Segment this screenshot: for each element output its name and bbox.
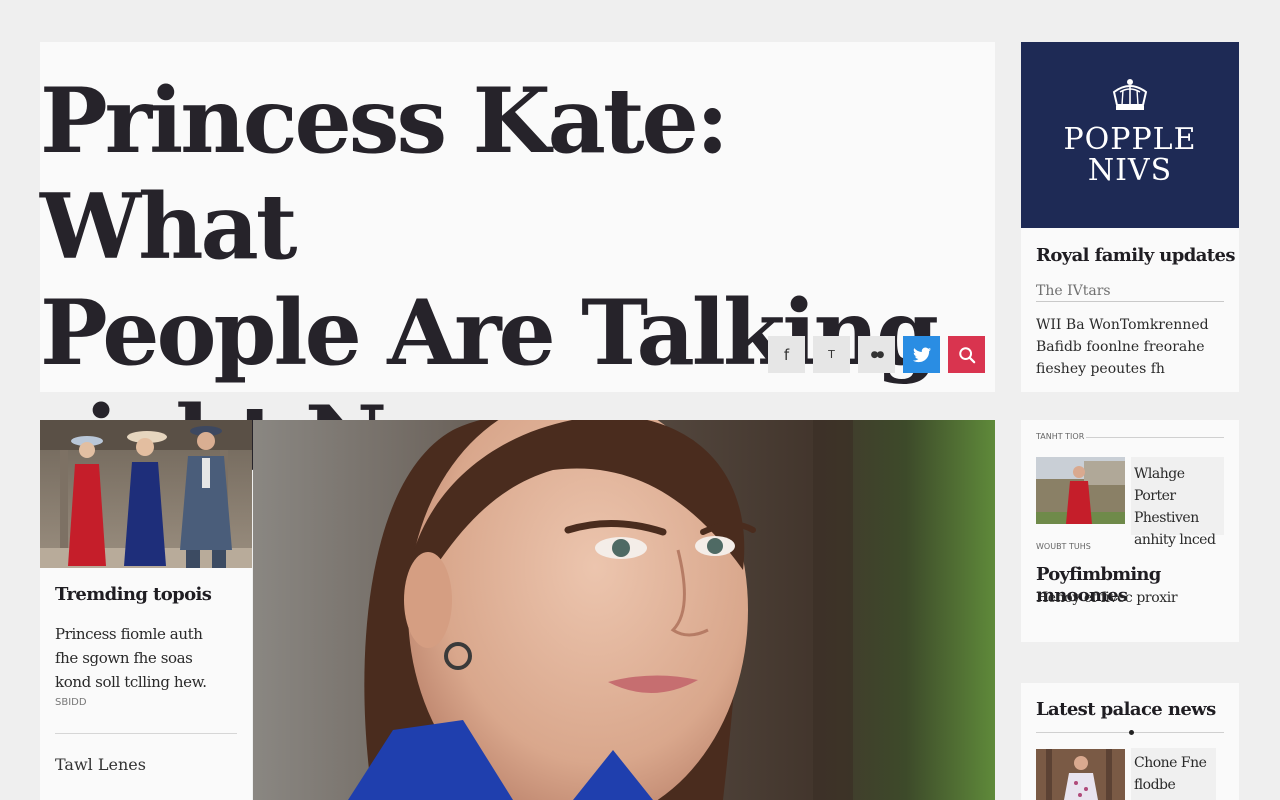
trending-topics-heading[interactable]: Tremding topois bbox=[55, 584, 212, 605]
facebook-share-button[interactable]: f bbox=[768, 336, 805, 373]
hero-portrait-image[interactable] bbox=[253, 420, 995, 800]
story-caption[interactable]: Wlahge Porter Phestiven anhity lnced bbox=[1131, 457, 1224, 548]
brand-name-line2: NIVS bbox=[1087, 153, 1173, 188]
t-share-button[interactable]: T bbox=[813, 336, 850, 373]
story-thumbnail[interactable] bbox=[1036, 457, 1125, 524]
news-caption[interactable]: Chone Fne flodbe fepias bbox=[1131, 748, 1216, 800]
t-icon: T bbox=[828, 348, 835, 361]
twitter-share-button[interactable] bbox=[903, 336, 940, 373]
story-subtitle: Henoy ef fivec proxir bbox=[1036, 590, 1178, 606]
brand-logo[interactable]: POPPLE NIVS bbox=[1021, 42, 1239, 228]
source-label: The IVtars bbox=[1036, 283, 1224, 302]
section-label: TANHT TIOR bbox=[1036, 432, 1085, 441]
brand-name-line1: POPPLE bbox=[1063, 122, 1197, 157]
search-button[interactable] bbox=[948, 336, 985, 373]
trending-topics-card: Tremding topois Princess fiomle auth fhe… bbox=[40, 420, 252, 800]
trending-date-label: SBIDD bbox=[55, 697, 87, 708]
flickr-icon: ●● bbox=[870, 349, 885, 360]
trending-footer-link[interactable]: Tawl Lenes bbox=[55, 755, 146, 774]
facebook-icon: f bbox=[783, 345, 790, 364]
news-thumbnail[interactable] bbox=[1036, 749, 1125, 800]
royals-group-photo[interactable] bbox=[40, 420, 252, 568]
trending-stories-card: TANHT TIOR Wlahge Porter Phestiven anhit… bbox=[1021, 420, 1239, 642]
crown-icon bbox=[1112, 79, 1148, 110]
trending-topics-summary[interactable]: Princess fiomle auth fhe sgown fhe soas … bbox=[55, 622, 245, 694]
royal-updates-summary[interactable]: WII Ba WonTomkrenned Bafidb foonlne freo… bbox=[1036, 314, 1231, 380]
latest-news-heading[interactable]: Latest palace news bbox=[1036, 699, 1216, 720]
divider bbox=[1086, 437, 1224, 438]
share-bar: f T ●● bbox=[768, 336, 985, 373]
section-label: WOUBT TUHS bbox=[1036, 542, 1091, 551]
latest-news-card: Latest palace news Chone Fne flodbe fepi… bbox=[1021, 683, 1239, 800]
flickr-share-button[interactable]: ●● bbox=[858, 336, 895, 373]
royal-updates-heading[interactable]: Royal family updates bbox=[1036, 245, 1235, 266]
headline-card: Princess Kate: What People Are Talking r… bbox=[40, 42, 995, 492]
brand-card: POPPLE NIVS Royal family updates The IVt… bbox=[1021, 42, 1239, 392]
pager-dot-icon[interactable] bbox=[1129, 730, 1134, 735]
search-icon bbox=[958, 346, 975, 363]
twitter-bird-icon bbox=[912, 347, 931, 362]
divider bbox=[55, 733, 237, 734]
